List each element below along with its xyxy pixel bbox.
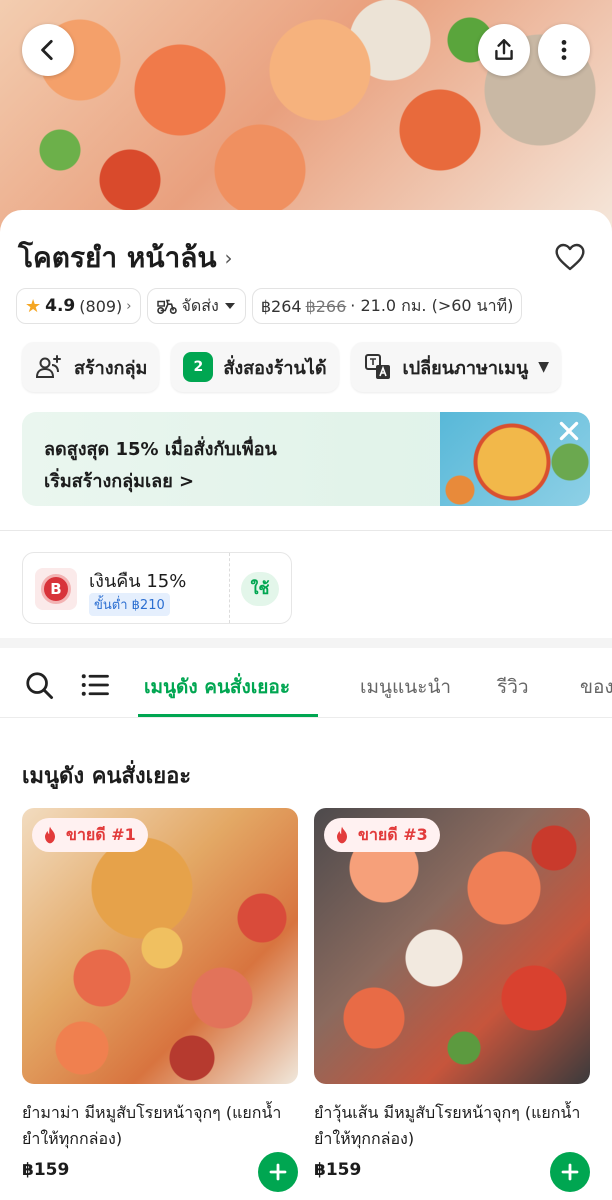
delivery-fee: ฿264 xyxy=(260,296,302,316)
plus-icon xyxy=(269,1163,287,1181)
coin-icon: B xyxy=(35,568,77,610)
caret-down-icon: ▼ xyxy=(538,359,550,375)
add-to-cart-button[interactable] xyxy=(550,1152,590,1192)
group-promo-banner[interactable]: ลดสูงสุด 15% เมื่อสั่งกับเพื่อน เริ่มสร้… xyxy=(22,412,590,506)
bestseller-badge: ขายดี #3 xyxy=(324,818,440,852)
section-title: เมนูดัง คนสั่งเยอะ xyxy=(22,764,192,789)
cashback-title: เงินคืน 15% xyxy=(89,571,187,592)
tab-more[interactable]: ของ xyxy=(580,672,612,702)
share-icon xyxy=(495,39,513,60)
fire-icon xyxy=(337,826,347,844)
order-two-shops-button[interactable]: 2 สั่งสองร้านได้ xyxy=(171,342,339,392)
restaurant-title-row[interactable]: โคตรยำ หน้าล้น › xyxy=(18,236,233,280)
translate-icon xyxy=(363,352,393,382)
info-row: ★ 4.9 (809) › จัดส่ง ฿264 ฿266 · 21.0 กม… xyxy=(16,288,523,324)
bestseller-badge: ขายดี #1 xyxy=(32,818,148,852)
plus-icon xyxy=(561,1163,579,1181)
rating-value: 4.9 xyxy=(45,296,76,316)
cashback-minimum: ขั้นต่ำ ฿210 xyxy=(89,593,170,616)
delivery-mode-select[interactable]: จัดส่ง xyxy=(146,288,246,324)
menu-tabs: เมนูดัง คนสั่งเยอะ เมนูแนะนำ รีวิว ของ xyxy=(0,648,612,718)
star-icon: ★ xyxy=(25,295,42,317)
caret-down-icon xyxy=(224,303,235,309)
dashed-divider xyxy=(229,553,230,623)
translate-menu-label: เปลี่ยนภาษาเมนู xyxy=(402,357,529,379)
delivery-fee-original: ฿266 xyxy=(305,296,347,316)
more-vertical-icon xyxy=(561,40,567,60)
rating-count: (809) xyxy=(79,296,123,316)
heart-icon[interactable] xyxy=(554,242,586,272)
hero-image xyxy=(0,0,612,240)
promo-text: ลดสูงสุด 15% เมื่อสั่งกับเพื่อน xyxy=(44,439,277,460)
menu-item-card[interactable]: ขายดี #1 ยำมาม่า มีหมูสับโรยหน้าจุกๆ (แย… xyxy=(22,808,298,1192)
order-two-shops-label: สั่งสองร้านได้ xyxy=(223,357,327,379)
restaurant-sheet: โคตรยำ หน้าล้น › ★ 4.9 (809) › จัดส่ง ฿2… xyxy=(0,210,612,1200)
close-icon[interactable] xyxy=(556,418,582,444)
promo-link[interactable]: เริ่มสร้างกลุ่มเลย > xyxy=(44,466,194,495)
translate-menu-button[interactable]: เปลี่ยนภาษาเมนู ▼ xyxy=(350,342,562,392)
distance-eta: · 21.0 กม. (>60 นาที) xyxy=(350,295,514,315)
action-row: สร้างกลุ่ม 2 สั่งสองร้านได้ เปลี่ยนภาษาเ… xyxy=(22,342,562,392)
item-name: ยำมาม่า มีหมูสับโรยหน้าจุกๆ (แยกน้ำยำให้… xyxy=(22,1103,282,1148)
item-name: ยำวุ้นเส้น มีหมูสับโรยหน้าจุกๆ (แยกน้ำยำ… xyxy=(314,1103,581,1148)
delivery-label: จัดส่ง xyxy=(181,295,219,315)
add-group-icon xyxy=(34,352,64,382)
menu-item-card[interactable]: ขายดี #3 ยำวุ้นเส้น มีหมูสับโรยหน้าจุกๆ … xyxy=(314,808,590,1192)
share-button[interactable] xyxy=(478,24,530,76)
food-image: ขายดี #1 xyxy=(22,808,298,1084)
tab-reviews[interactable]: รีวิว xyxy=(497,672,529,702)
item-price: ฿159 xyxy=(22,1160,70,1180)
delivery-fee-chip: ฿264 ฿266 · 21.0 กม. (>60 นาที) xyxy=(251,288,523,324)
rating-chip[interactable]: ★ 4.9 (809) › xyxy=(16,288,141,324)
create-group-button[interactable]: สร้างกลุ่ม xyxy=(22,342,160,392)
section-divider xyxy=(0,638,612,648)
search-icon[interactable] xyxy=(24,670,54,700)
fire-icon xyxy=(45,826,55,844)
more-button[interactable] xyxy=(538,24,590,76)
item-price: ฿159 xyxy=(314,1160,362,1180)
chevron-right-icon: › xyxy=(126,298,132,314)
scooter-icon xyxy=(156,299,177,315)
divider xyxy=(0,530,612,531)
restaurant-name: โคตรยำ หน้าล้น xyxy=(18,241,217,274)
add-to-cart-button[interactable] xyxy=(258,1152,298,1192)
list-icon[interactable] xyxy=(80,670,110,700)
tab-popular[interactable]: เมนูดัง คนสั่งเยอะ xyxy=(144,672,290,702)
food-image: ขายดี #3 xyxy=(314,808,590,1084)
cashback-voucher[interactable]: B เงินคืน 15% ขั้นต่ำ ฿210 ใช้ xyxy=(22,552,292,624)
shopping-bag-icon: 2 xyxy=(183,352,214,382)
back-button[interactable] xyxy=(22,24,74,76)
tab-recommended[interactable]: เมนูแนะนำ xyxy=(360,672,451,702)
chevron-right-icon: › xyxy=(224,246,233,270)
arrow-left-icon xyxy=(41,39,53,61)
use-voucher-button[interactable]: ใช้ xyxy=(241,572,279,606)
create-group-label: สร้างกลุ่ม xyxy=(74,357,148,379)
active-tab-indicator xyxy=(138,714,318,717)
